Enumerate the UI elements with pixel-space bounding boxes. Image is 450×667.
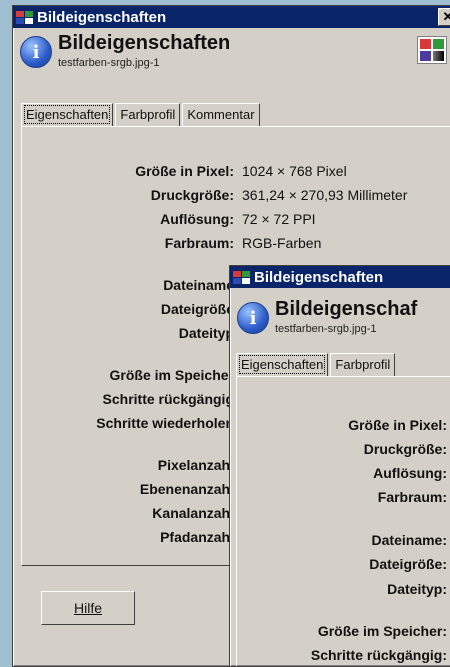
label-aufloesung: Auflösung: [373,465,447,481]
tab-bar: Eigenschaften Farbprofil [236,353,397,377]
label-aufloesung: Auflösung: [160,211,234,227]
tab-farbprofil[interactable]: Farbprofil [115,103,181,127]
tab-bar: Eigenschaften Farbprofil Kommentar [21,103,262,127]
help-button[interactable]: Hilfe [41,591,135,625]
label-speicher: Größe im Speicher [109,367,234,383]
image-filename: testfarben-srgb.jpg-1 [58,57,160,69]
dialog-title: Bildeigenschaften [58,32,231,54]
label-ebenenanzahl: Ebenenanzahl [139,481,234,497]
label-groesse: Größe in Pixel: [135,163,234,179]
label-pixelanzahl: Pixelanzahl [157,457,234,473]
app-icon [233,270,250,284]
value-groesse: 1024 × 768 Pixel [242,163,347,179]
dialog-title: Bildeigenschaf [275,298,418,320]
app-icon [16,10,33,24]
label-rueckgaengig: Schritte rückgängig: [310,647,447,663]
window-title: Bildeigenschaften [254,268,384,286]
info-icon: i [237,302,269,334]
tab-eigenschaften[interactable]: Eigenschaften [236,353,329,377]
value-druckgroesse: 361,24 × 270,93 Millimeter [242,187,408,203]
info-icon: i [20,36,52,68]
label-pfadanzahl: Pfadanzahl [160,529,234,545]
title-bar[interactable]: Bildeigenschaften [230,266,450,288]
label-kanalanzahl: Kanalanzahl [152,505,234,521]
window-title: Bildeigenschaften [37,8,167,26]
label-dateigroesse: Dateigröße [160,301,234,317]
label-groesse: Größe in Pixel: [348,417,447,433]
label-dateityp: Dateityp: [387,581,447,597]
label-farbraum: Farbraum: [377,489,447,505]
label-dateityp: Dateityp [178,325,234,341]
label-dateiname: Dateiname [163,277,234,293]
value-aufloesung: 72 × 72 PPI [242,211,316,227]
label-farbraum: Farbraum: [164,235,234,251]
label-druckgroesse: Druckgröße: [363,441,447,457]
dialog-header: i Bildeigenschaften testfarben-srgb.jpg-… [13,28,450,82]
value-farbraum: RGB-Farben [242,235,322,251]
label-dateigroesse: Dateigröße: [369,556,447,572]
properties-window-duplicate: Bildeigenschaften i Bildeigenschaf testf… [229,265,450,667]
tab-kommentar[interactable]: Kommentar [182,103,260,127]
dialog-header: i Bildeigenschaf testfarben-srgb.jpg-1 [230,288,450,348]
image-filename: testfarben-srgb.jpg-1 [275,323,377,335]
label-wiederholen: Schritte wiederholen [96,415,234,431]
label-rueckgaengig: Schritte rückgängig [102,391,234,407]
label-dateiname: Dateiname: [371,532,447,548]
label-druckgroesse: Druckgröße: [150,187,234,203]
close-button[interactable]: ✕ [438,8,450,26]
tab-eigenschaften[interactable]: Eigenschaften [21,103,114,127]
tab-farbprofil[interactable]: Farbprofil [330,353,396,377]
label-speicher: Größe im Speicher: [317,623,447,639]
title-bar[interactable]: Bildeigenschaften ✕ [13,6,450,28]
image-thumbnail-icon [417,36,447,64]
